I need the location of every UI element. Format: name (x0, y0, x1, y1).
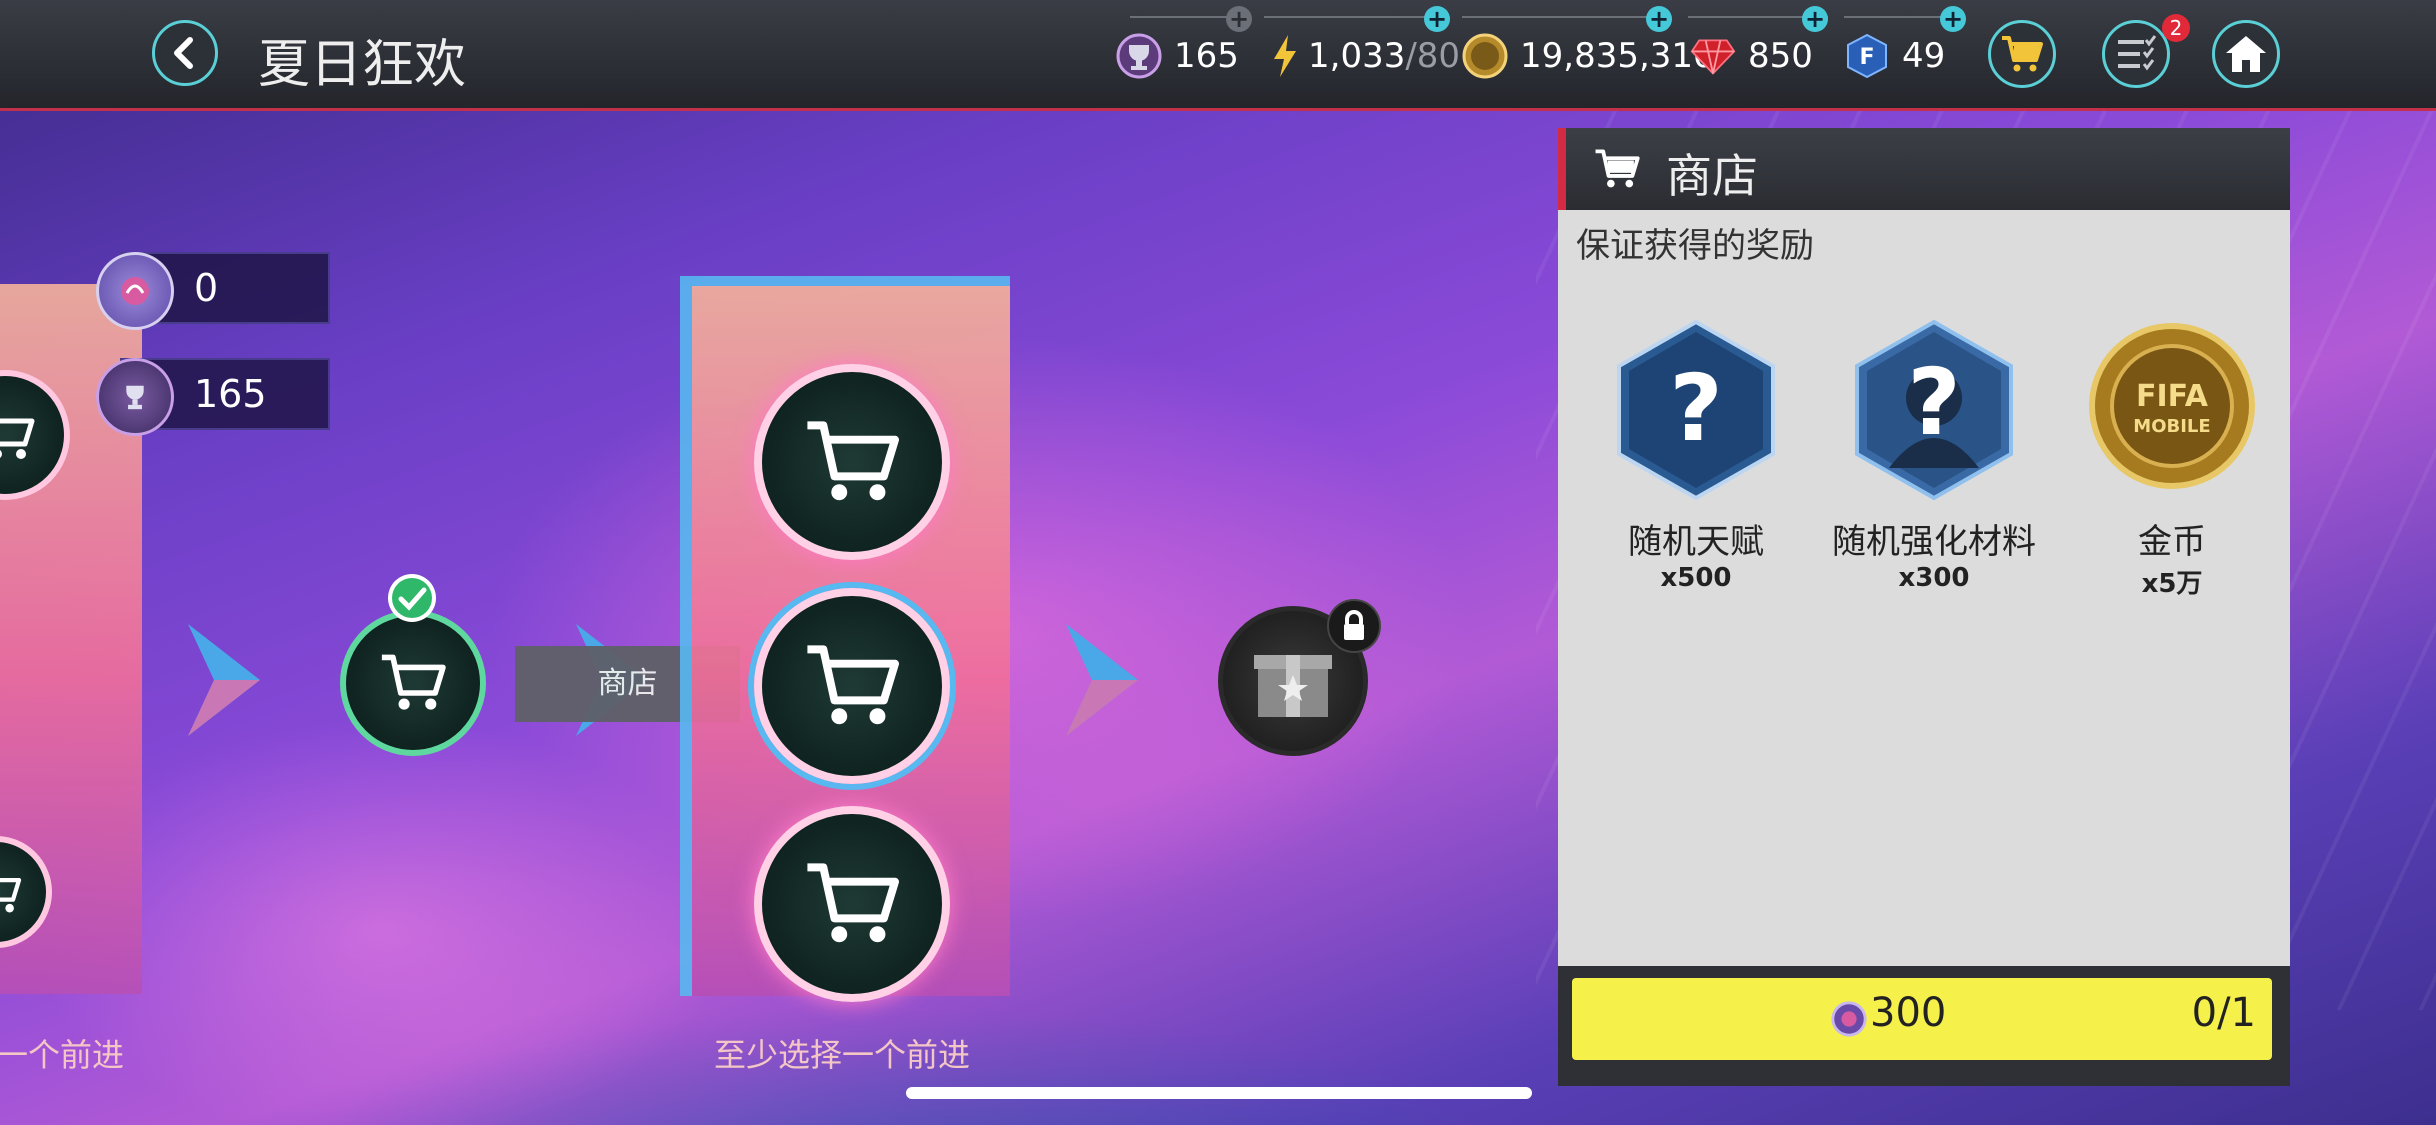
shopping-cart-icon (807, 863, 899, 943)
chevron-left-icon (174, 37, 193, 69)
coin-logo-text: FIFA (2136, 379, 2209, 414)
home-indicator[interactable] (906, 1087, 1532, 1099)
page-title: 夏日狂欢 (258, 35, 467, 95)
gift-box-icon (1254, 655, 1332, 717)
points-count: 49 (1902, 36, 1946, 76)
gold-coin-icon: FIFA MOBILE (2089, 323, 2255, 489)
coins-resource: 19,835,310 (1462, 28, 1715, 84)
divider (1130, 16, 1240, 18)
shopping-cart-icon (0, 418, 35, 459)
shop-panel: 商店 保证获得的奖励 ? 随机天赋 x500 ? 随机强化材料 x300 FIF… (1558, 128, 2290, 1086)
gem-icon (1690, 33, 1736, 79)
reward-amount: x300 (1898, 563, 1970, 593)
mystery-upgrade-material-icon: ? (1855, 319, 2013, 501)
coin-icon (1462, 33, 1508, 79)
divider (1844, 16, 1954, 18)
mystery-skill-icon: ? (1617, 319, 1775, 501)
lock-icon (1327, 599, 1381, 653)
token-icon (1831, 1001, 1867, 1037)
trophy-resource: 165 (1116, 28, 1239, 84)
gem-count: 850 (1748, 36, 1813, 76)
store-button[interactable] (1988, 20, 2056, 88)
svg-text:F: F (1859, 45, 1874, 70)
reward-name: 金币 (2138, 522, 2206, 562)
points-resource: F 49 (1844, 28, 1945, 84)
cart-node-option-3[interactable] (754, 806, 950, 1002)
shopping-cart-icon (2002, 36, 2043, 72)
reward-name: 随机强化材料 (1832, 522, 2036, 562)
shopping-cart-icon (0, 877, 22, 913)
check-icon (388, 574, 436, 622)
trophy-icon (1116, 33, 1162, 79)
advance-prompt-left: 一个前进 (0, 1036, 125, 1074)
home-button[interactable] (2212, 20, 2280, 88)
divider (1264, 16, 1434, 18)
price: 300 (1870, 990, 1947, 1036)
buy-button[interactable]: 300 0/1 (1572, 978, 2272, 1060)
shopping-cart-icon (381, 654, 446, 710)
guaranteed-rewards-label: 保证获得的奖励 (1576, 226, 1814, 266)
home-icon (2226, 36, 2266, 72)
energy-count: 1,033 (1308, 36, 1406, 76)
token-icon (96, 252, 174, 330)
purchase-bar: 300 0/1 (1558, 966, 2290, 1086)
reward-amount: x500 (1660, 563, 1732, 593)
reward-item-3[interactable]: FIFA MOBILE 金币 x5万 (2062, 318, 2282, 600)
shopping-cart-icon (807, 645, 899, 725)
trophy-icon (96, 358, 174, 436)
energy-resource: 1,033/80 (1270, 28, 1460, 84)
shop-title: 商店 (1666, 149, 1758, 203)
tasks-badge: 2 (2162, 14, 2190, 42)
fifa-points-icon: F (1844, 33, 1890, 79)
svg-text:?: ? (1907, 349, 1960, 456)
svg-text:?: ? (1669, 355, 1722, 462)
checklist-icon (2118, 35, 2157, 71)
lightning-icon (1270, 33, 1300, 79)
completed-cart-node[interactable] (340, 610, 486, 756)
forward-arrow-icon (188, 624, 260, 736)
token-count: 0 (194, 266, 219, 310)
divider (1462, 16, 1662, 18)
advance-prompt: 至少选择一个前进 (714, 1036, 971, 1074)
shopping-cart-icon (807, 421, 899, 501)
energy-max: /80 (1405, 36, 1461, 76)
coin-logo-subtext: MOBILE (2133, 416, 2210, 437)
reward-name: 随机天赋 (1628, 522, 1764, 562)
purchase-limit: 0/1 (2191, 990, 2256, 1036)
cart-node-option-2[interactable] (754, 588, 950, 784)
trophy-count: 165 (1174, 36, 1239, 76)
reward-amount: x5万 (2141, 569, 2203, 599)
top-bar: 夏日狂欢 + 165 + 1,033/80 + 19,835,310 + 850… (0, 0, 2436, 111)
back-button[interactable] (152, 20, 218, 86)
gems-resource: 850 (1690, 28, 1813, 84)
reward-item-2[interactable]: ? 随机强化材料 x300 (1824, 318, 2044, 593)
shop-header: 商店 (1558, 128, 2290, 210)
trophy-count: 165 (194, 372, 267, 416)
cart-node-option-1[interactable] (754, 364, 950, 560)
coin-count: 19,835,310 (1520, 36, 1715, 76)
shopping-cart-icon (1595, 149, 1640, 188)
tasks-button[interactable] (2102, 20, 2170, 88)
reward-item-1[interactable]: ? 随机天赋 x500 (1586, 318, 1806, 593)
forward-arrow-icon (1066, 624, 1138, 736)
